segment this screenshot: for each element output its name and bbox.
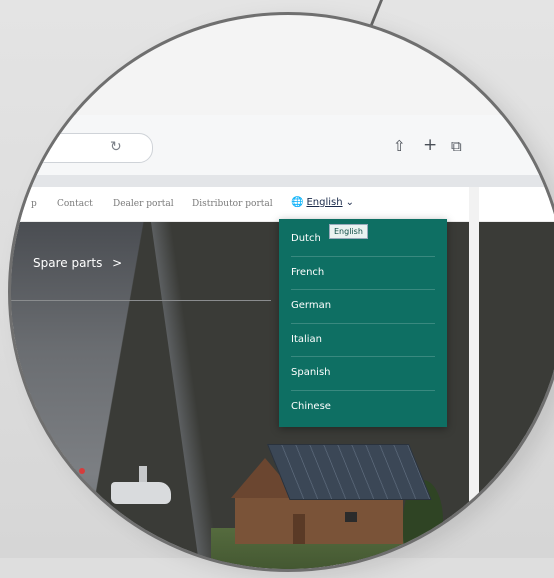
chevron-right-icon: > [112, 256, 123, 270]
nav-link-dealer-portal[interactable]: Dealer portal [113, 199, 174, 209]
nav-link-contact[interactable]: Contact [57, 199, 93, 209]
magnifier-lens: ↻ ⇧ + ⧉ p Contact Dealer portal Distribu… [8, 12, 554, 572]
cabin-door [293, 514, 305, 544]
hero-divider [11, 300, 271, 301]
language-selector-label: English [306, 197, 343, 208]
tabs-overview-icon[interactable]: ⧉ [451, 137, 462, 155]
browser-toolbar: ↻ ⇧ + ⧉ [11, 115, 554, 176]
spare-parts-link[interactable]: Spare parts > [33, 256, 122, 270]
spare-parts-label: Spare parts [33, 256, 103, 270]
language-option-spanish[interactable]: Spanish [291, 357, 435, 391]
share-icon[interactable]: ⇧ [393, 137, 406, 155]
language-selector[interactable]: 🌐 English ⌄ [291, 197, 354, 208]
tab-strip [11, 175, 554, 187]
page-scrollbar[interactable] [469, 187, 479, 569]
nav-link-partial[interactable]: p [31, 199, 37, 209]
solar-roof [267, 444, 432, 500]
language-option-chinese[interactable]: Chinese [291, 391, 435, 424]
language-option-italian[interactable]: Italian [291, 324, 435, 357]
reload-icon[interactable]: ↻ [110, 139, 122, 155]
address-bar[interactable]: ↻ [11, 133, 153, 163]
cabin-wall [235, 496, 403, 544]
buoy-marker [79, 468, 85, 474]
nav-link-distributor-portal[interactable]: Distributor portal [192, 199, 273, 209]
language-option-german[interactable]: German [291, 290, 435, 324]
chevron-down-icon: ⌄ [345, 197, 354, 208]
new-tab-icon[interactable]: + [423, 135, 437, 155]
globe-icon: 🌐 [291, 197, 304, 208]
language-option-french[interactable]: French [291, 257, 435, 290]
ship-image [111, 482, 171, 504]
language-tooltip: English [329, 224, 368, 239]
cabin-window [345, 512, 357, 522]
buoy-marker [57, 454, 63, 460]
language-dropdown: Dutch French German Italian Spanish Chin… [279, 219, 447, 427]
